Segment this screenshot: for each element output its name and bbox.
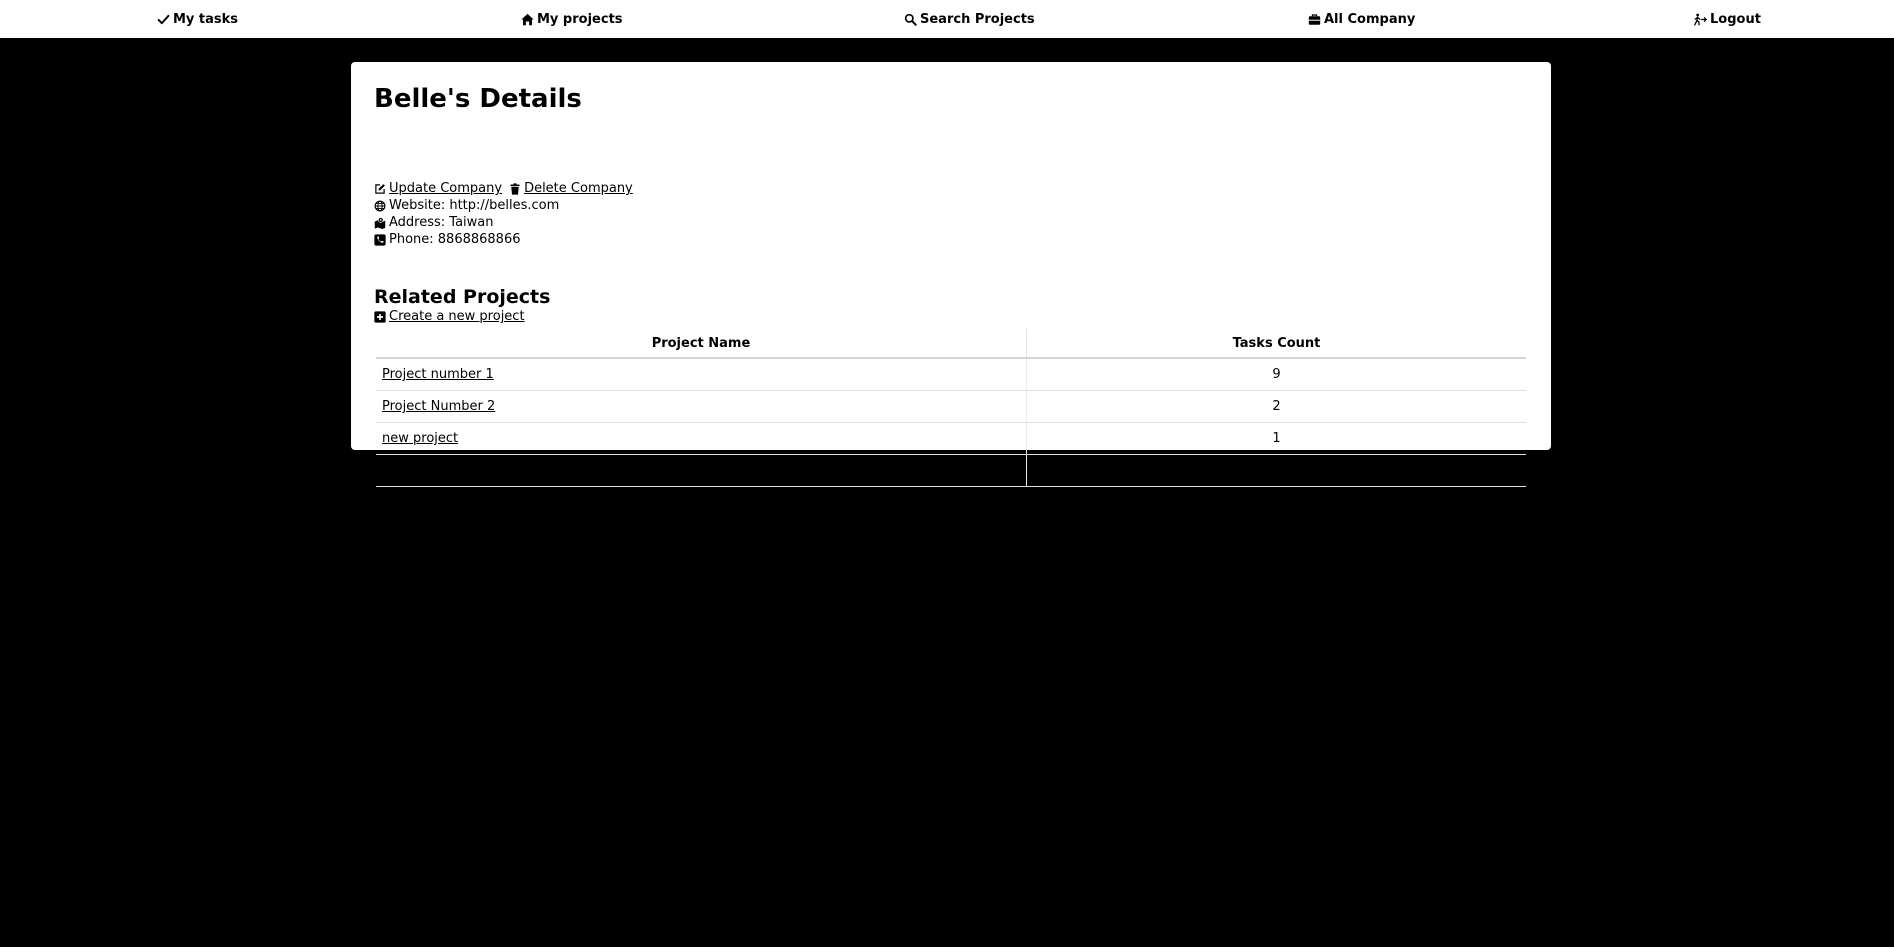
project-link[interactable]: new project <box>382 431 458 446</box>
project-link[interactable]: Purchase Car <box>382 463 468 478</box>
project-name-cell: new project <box>376 422 1027 455</box>
delete-company-link[interactable]: Delete Company <box>509 181 633 196</box>
tasks-count-cell: 1 <box>1026 422 1526 455</box>
update-company-label: Update Company <box>389 181 503 196</box>
project-link[interactable]: Project number 1 <box>382 367 494 382</box>
nav-search-projects-label: Search Projects <box>920 11 1035 27</box>
logout-icon <box>1694 13 1707 26</box>
project-name-cell: Project number 1 <box>376 358 1027 391</box>
nav-my-tasks[interactable]: My tasks <box>157 9 238 29</box>
phone-line: Phone: 8868868866 <box>374 231 521 248</box>
create-project-line: Create a new project <box>374 308 529 325</box>
nav-logout-label: Logout <box>1710 11 1761 27</box>
phone-text: Phone: 8868868866 <box>389 232 521 247</box>
check-icon <box>157 13 170 26</box>
globe-icon <box>374 200 386 212</box>
tasks-count-cell: 8 <box>1026 454 1526 487</box>
projects-table: Project Name Tasks Count Project number … <box>376 329 1526 487</box>
table-row: Project Number 2 2 <box>376 390 1526 423</box>
company-details-card: Belle's Details Update Company Delete Co… <box>351 62 1551 487</box>
nav-my-projects-label: My projects <box>537 11 623 27</box>
create-project-label: Create a new project <box>389 309 525 324</box>
update-company-link[interactable]: Update Company <box>374 181 502 196</box>
edit-icon <box>374 183 386 195</box>
website-text: Website: http://belles.com <box>389 198 560 213</box>
top-navigation: My tasks My projects Search Projects All… <box>0 0 1894 38</box>
table-header-row: Project Name Tasks Count <box>376 329 1526 359</box>
project-name-cell: Purchase Car <box>376 454 1027 487</box>
trash-icon <box>509 182 521 195</box>
search-icon <box>904 13 917 26</box>
column-header-project-name: Project Name <box>376 329 1027 359</box>
delete-company-label: Delete Company <box>524 181 633 196</box>
company-actions: Update Company Delete Company <box>374 180 637 197</box>
project-name-cell: Project Number 2 <box>376 390 1027 423</box>
map-icon <box>374 216 386 229</box>
website-line: Website: http://belles.com <box>374 197 559 214</box>
table-row: new project 1 <box>376 422 1526 455</box>
table-row: Project number 1 9 <box>376 358 1526 391</box>
column-header-tasks-count: Tasks Count <box>1026 329 1526 359</box>
page-title: Belle's Details <box>374 84 582 114</box>
nav-all-company-label: All Company <box>1324 11 1416 27</box>
nav-logout[interactable]: Logout <box>1694 9 1761 29</box>
home-icon <box>521 13 534 26</box>
project-link[interactable]: Project Number 2 <box>382 399 495 414</box>
table-row: Purchase Car 8 <box>376 454 1526 487</box>
phone-icon <box>374 233 386 246</box>
address-line: Address: Taiwan <box>374 214 494 231</box>
plus-square-icon <box>374 310 386 323</box>
nav-my-tasks-label: My tasks <box>173 11 239 27</box>
tasks-count-cell: 2 <box>1026 390 1526 423</box>
create-project-link[interactable]: Create a new project <box>374 309 525 324</box>
nav-my-projects[interactable]: My projects <box>521 9 623 29</box>
nav-search-projects[interactable]: Search Projects <box>904 9 1035 29</box>
briefcase-icon <box>1308 13 1321 26</box>
nav-all-company[interactable]: All Company <box>1308 9 1415 29</box>
tasks-count-cell: 9 <box>1026 358 1526 391</box>
related-projects-title: Related Projects <box>374 286 551 308</box>
address-text: Address: Taiwan <box>389 215 494 230</box>
